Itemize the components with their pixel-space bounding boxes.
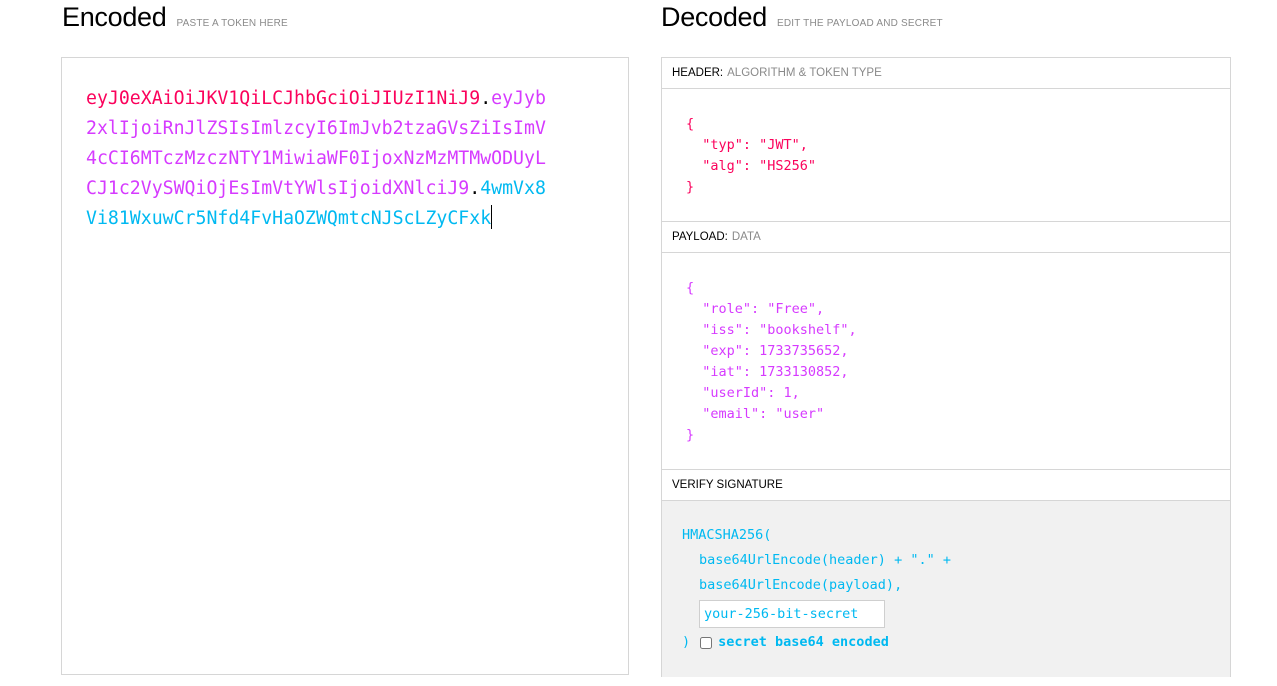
payload-label: PAYLOAD: (672, 231, 728, 243)
encoded-subtitle: PASTE A TOKEN HERE (176, 18, 288, 29)
header-label: HEADER: (672, 67, 724, 79)
encoded-heading: Encoded PASTE A TOKEN HERE (62, 0, 288, 34)
payload-sublabel: DATA (731, 231, 761, 243)
payload-section-head: PAYLOAD: DATA (662, 222, 1230, 253)
secret-base64-checkbox[interactable] (700, 636, 713, 649)
hmac-function-open: HMACSHA256( (682, 527, 772, 543)
header-json-editor[interactable]: { "typ": "JWT", "alg": "HS256" } (662, 89, 1230, 222)
hmac-close-paren: ) (682, 634, 691, 650)
signature-label: VERIFY SIGNATURE (672, 479, 783, 491)
secret-input[interactable] (699, 600, 885, 628)
token-dot: . (480, 88, 492, 109)
token-text[interactable]: eyJ0eXAiOiJKV1QiLCJhbGciOiJIUzI1NiJ9.eyJ… (86, 84, 556, 234)
hmac-close-line: ) secret base64 encoded (682, 630, 1210, 655)
header-section-head: HEADER: ALGORITHM & TOKEN TYPE (662, 58, 1230, 89)
encoded-title: Encoded (62, 2, 167, 32)
header-sublabel: ALGORITHM & TOKEN TYPE (727, 67, 882, 79)
hmac-payload-line: base64UrlEncode(payload), (699, 577, 903, 593)
secret-base64-label[interactable]: secret base64 encoded (718, 630, 889, 655)
signature-editor: HMACSHA256( base64UrlEncode(header) + ".… (662, 501, 1230, 677)
decoded-title: Decoded (661, 2, 767, 32)
token-header-part: eyJ0eXAiOiJKV1QiLCJhbGciOiJIUzI1NiJ9 (86, 88, 481, 109)
payload-json-editor[interactable]: { "role": "Free", "iss": "bookshelf", "e… (662, 253, 1230, 470)
signature-section-head: VERIFY SIGNATURE (662, 470, 1230, 501)
decoded-heading: Decoded EDIT THE PAYLOAD AND SECRET (661, 0, 943, 34)
hmac-header-line: base64UrlEncode(header) + "." + (699, 552, 951, 568)
token-dot: . (469, 178, 481, 199)
encoded-token-editor[interactable]: eyJ0eXAiOiJKV1QiLCJhbGciOiJIUzI1NiJ9.eyJ… (61, 57, 629, 675)
text-caret (491, 205, 493, 229)
decoded-panel: HEADER: ALGORITHM & TOKEN TYPE { "typ": … (661, 57, 1231, 677)
decoded-subtitle: EDIT THE PAYLOAD AND SECRET (776, 18, 943, 29)
